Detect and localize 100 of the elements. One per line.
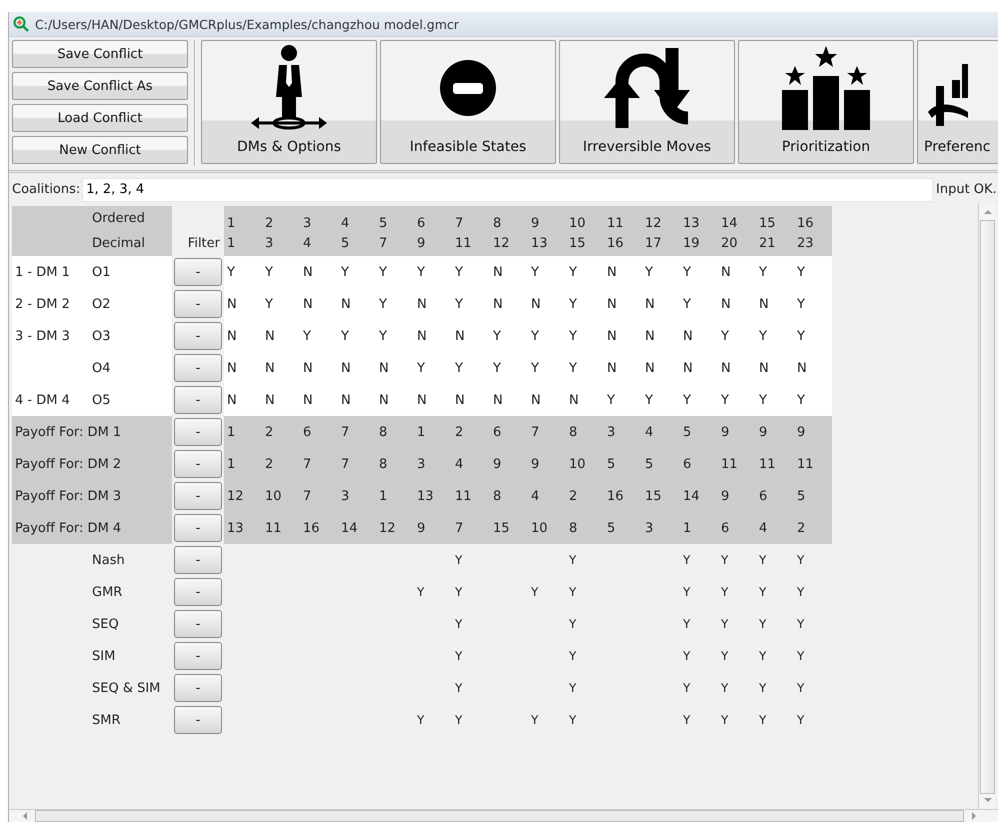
table-cell: 10 xyxy=(566,448,604,480)
table-cell-text: Y xyxy=(796,680,806,697)
filter-button[interactable]: - xyxy=(174,610,222,638)
toolbar-button[interactable]: Load Conflict xyxy=(12,104,188,132)
table-cell: 9 xyxy=(490,448,528,480)
table-cell-text: Y xyxy=(720,616,730,633)
row-header: O1 xyxy=(88,256,172,288)
table-cell: Y xyxy=(566,256,604,288)
table-cell: 7 xyxy=(452,512,490,544)
table-cell: N xyxy=(300,352,338,384)
row-header: Payoff For: DM 1 xyxy=(12,416,172,448)
table-cell: N xyxy=(566,384,604,416)
table-cell: 9 xyxy=(718,416,756,448)
filter-button[interactable]: - xyxy=(174,514,222,542)
table-cell: 16 xyxy=(604,480,642,512)
filter-button[interactable]: - xyxy=(174,642,222,670)
scrollbar[interactable] xyxy=(978,203,996,809)
filter-button[interactable]: - xyxy=(174,674,222,702)
table-cell-text: Y xyxy=(416,712,426,729)
coalitions-field[interactable]: 1, 2, 3, 4 xyxy=(82,178,933,202)
table-cell: Y xyxy=(376,320,414,352)
table-cell: 2 xyxy=(794,512,832,544)
table-cell: N xyxy=(414,320,452,352)
column-header: 21 xyxy=(756,231,794,256)
column-header: 15 xyxy=(756,206,794,231)
table-cell: Y xyxy=(452,352,490,384)
column-header: 9 xyxy=(414,231,452,256)
table-cell: N xyxy=(604,352,642,384)
toolbar-button[interactable]: Save Conflict xyxy=(12,40,188,68)
toolbar-button[interactable]: Preferenc xyxy=(917,40,998,164)
toolbar-button[interactable]: Irreversible Moves xyxy=(559,40,735,164)
toolbar-button[interactable]: Save Conflict As xyxy=(12,72,188,100)
column-header: 20 xyxy=(718,231,756,256)
column-header: Ordered xyxy=(88,206,172,231)
table-cell: 5 xyxy=(794,480,832,512)
status-text: Input OK. xyxy=(935,182,998,197)
scrollbar[interactable] xyxy=(9,809,998,822)
column-header: 11 xyxy=(452,231,490,256)
table-cell-text: Y xyxy=(682,616,692,633)
table-cell: 11 xyxy=(794,448,832,480)
table-cell: Y xyxy=(566,352,604,384)
table-cell: N xyxy=(262,384,300,416)
table-cell: 2 xyxy=(262,416,300,448)
filter-button[interactable]: - xyxy=(174,450,222,478)
filter-button[interactable]: - xyxy=(174,386,222,414)
column-header: 5 xyxy=(376,206,414,231)
table-cell: Y xyxy=(642,256,680,288)
table-cell: N xyxy=(756,288,794,320)
toolbar-button[interactable]: Prioritization xyxy=(738,40,914,164)
table-cell-text: Y xyxy=(758,680,768,697)
filter-button[interactable]: - xyxy=(174,258,222,286)
table-cell-text: Y xyxy=(568,552,578,569)
column-header: 16 xyxy=(794,206,832,231)
table-cell-text: Y xyxy=(758,712,768,729)
table-cell-text: Y xyxy=(758,616,768,633)
filter-button[interactable]: - xyxy=(174,354,222,382)
table-cell: N xyxy=(376,384,414,416)
table-cell: 13 xyxy=(224,512,262,544)
table-cell: 6 xyxy=(300,416,338,448)
column-header: 3 xyxy=(300,206,338,231)
table-cell: 12 xyxy=(376,512,414,544)
table-cell: Y xyxy=(794,320,832,352)
table-cell: 3 xyxy=(338,480,376,512)
table-cell-text: Y xyxy=(796,648,806,665)
toolbar-button[interactable]: Infeasible States xyxy=(380,40,556,164)
table-cell: Y xyxy=(452,288,490,320)
table-cell: 8 xyxy=(376,416,414,448)
table-cell: 6 xyxy=(490,416,528,448)
table-cell: N xyxy=(718,352,756,384)
column-header: 5 xyxy=(338,231,376,256)
table-cell: 2 xyxy=(262,448,300,480)
table-cell: N xyxy=(680,352,718,384)
table-cell: N xyxy=(528,288,566,320)
column-header: 17 xyxy=(642,231,680,256)
filter-button[interactable]: - xyxy=(174,546,222,574)
table-cell: N xyxy=(414,384,452,416)
filter-button[interactable]: - xyxy=(174,706,222,734)
table-cell: N xyxy=(338,384,376,416)
filter-button[interactable]: - xyxy=(174,290,222,318)
table-cell: N xyxy=(756,352,794,384)
column-header: 7 xyxy=(376,231,414,256)
table-cell: Y xyxy=(414,256,452,288)
column-header: 10 xyxy=(566,206,604,231)
table-cell-text: Y xyxy=(682,648,692,665)
column-header: 4 xyxy=(300,231,338,256)
table-cell-text: Y xyxy=(454,712,464,729)
toolbar-button[interactable]: New Conflict xyxy=(12,136,188,164)
row-header: SEQ & SIM xyxy=(91,680,162,698)
table-cell-text: Y xyxy=(796,584,806,601)
filter-button[interactable]: - xyxy=(174,322,222,350)
table-cell: N xyxy=(300,384,338,416)
table-cell-text: Y xyxy=(454,616,464,633)
toolbar-button[interactable]: DMs & Options xyxy=(201,40,377,164)
table-cell: Y xyxy=(528,256,566,288)
filter-button[interactable]: - xyxy=(174,418,222,446)
table-cell: Y xyxy=(756,320,794,352)
filter-button[interactable]: - xyxy=(174,578,222,606)
filter-button[interactable]: - xyxy=(174,482,222,510)
table-cell: Y xyxy=(528,352,566,384)
column-header: 11 xyxy=(604,206,642,231)
